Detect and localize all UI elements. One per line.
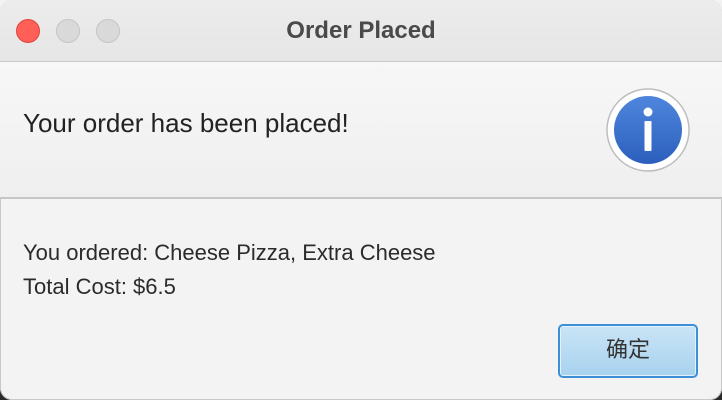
order-summary-text: You ordered: Cheese Pizza, Extra Cheese [23, 240, 436, 265]
total-cost-text: Total Cost: $6.5 [23, 274, 176, 299]
dialog-header: Your order has been placed! [0, 62, 722, 199]
alert-dialog: Order Placed Your order has been placed!… [0, 0, 722, 400]
header-message: Your order has been placed! [23, 108, 349, 138]
ok-button[interactable]: 确定 [558, 324, 698, 378]
title-bar: Order Placed [0, 0, 722, 62]
window-title: Order Placed [286, 17, 436, 44]
info-icon [606, 88, 690, 172]
dialog-content: You ordered: Cheese Pizza, Extra Cheese … [23, 236, 436, 304]
